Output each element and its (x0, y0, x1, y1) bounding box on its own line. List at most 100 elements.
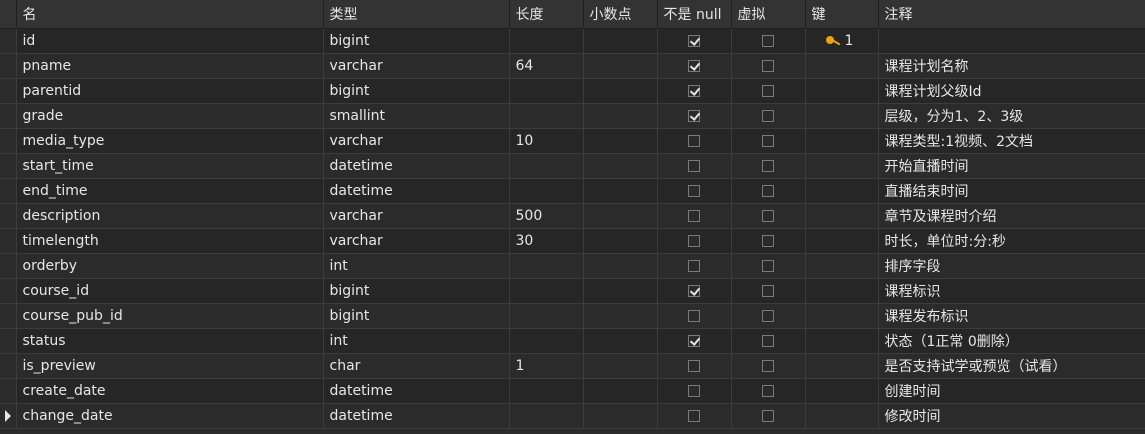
field-decimals-cell[interactable] (583, 128, 658, 154)
row-indicator[interactable] (0, 328, 17, 354)
field-length-cell[interactable]: 1 (509, 353, 584, 379)
virtual-checkbox[interactable] (762, 185, 774, 197)
field-type-cell[interactable]: char (323, 353, 510, 379)
field-name-cell[interactable]: media_type (16, 128, 324, 154)
field-length-cell[interactable] (509, 153, 584, 179)
not-null-checkbox[interactable] (688, 160, 700, 172)
field-decimals-cell[interactable] (583, 53, 658, 79)
virtual-checkbox[interactable] (762, 410, 774, 422)
field-comment-cell[interactable]: 课程类型:1视频、2文档 (878, 128, 1145, 154)
row-indicator[interactable] (0, 403, 17, 429)
field-decimals-cell[interactable] (583, 28, 658, 54)
not-null-checkbox[interactable] (688, 210, 700, 222)
field-length-cell[interactable] (509, 253, 584, 279)
field-name-cell[interactable]: start_time (16, 153, 324, 179)
field-name-cell[interactable]: is_preview (16, 353, 324, 379)
field-length-cell[interactable]: 64 (509, 53, 584, 79)
field-type-cell[interactable]: datetime (323, 178, 510, 204)
field-type-cell[interactable]: smallint (323, 103, 510, 129)
table-row[interactable]: id bigint 1 (0, 28, 1145, 54)
table-row[interactable]: create_date datetime 创建时间 (0, 378, 1145, 404)
row-indicator[interactable] (0, 228, 17, 254)
field-type-cell[interactable]: varchar (323, 228, 510, 254)
virtual-checkbox[interactable] (762, 310, 774, 322)
table-row[interactable]: description varchar 500 章节及课程时介绍 (0, 203, 1145, 229)
field-comment-cell[interactable]: 课程计划父级Id (878, 78, 1145, 104)
field-type-cell[interactable]: varchar (323, 128, 510, 154)
virtual-checkbox[interactable] (762, 85, 774, 97)
column-header-type[interactable]: 类型 (323, 0, 510, 29)
column-header-comment[interactable]: 注释 (878, 0, 1145, 29)
field-key-cell[interactable] (805, 378, 879, 404)
field-comment-cell[interactable]: 是否支持试学或预览（试看） (878, 353, 1145, 379)
field-decimals-cell[interactable] (583, 403, 658, 429)
field-name-cell[interactable]: create_date (16, 378, 324, 404)
field-key-cell[interactable] (805, 178, 879, 204)
column-header-not-null[interactable]: 不是 null (657, 0, 732, 29)
field-type-cell[interactable]: int (323, 328, 510, 354)
row-indicator[interactable] (0, 303, 17, 329)
column-header-decimals[interactable]: 小数点 (583, 0, 658, 29)
field-key-cell[interactable] (805, 403, 879, 429)
field-comment-cell[interactable]: 课程计划名称 (878, 53, 1145, 79)
row-indicator[interactable] (0, 103, 17, 129)
field-type-cell[interactable]: bigint (323, 278, 510, 304)
field-type-cell[interactable]: bigint (323, 28, 510, 54)
field-key-cell[interactable] (805, 328, 879, 354)
not-null-checkbox[interactable] (688, 285, 700, 297)
row-indicator[interactable] (0, 353, 17, 379)
field-length-cell[interactable] (509, 278, 584, 304)
field-decimals-cell[interactable] (583, 353, 658, 379)
field-comment-cell[interactable]: 课程发布标识 (878, 303, 1145, 329)
field-name-cell[interactable]: pname (16, 53, 324, 79)
column-header-name[interactable]: 名 (16, 0, 324, 29)
field-name-cell[interactable]: orderby (16, 253, 324, 279)
field-decimals-cell[interactable] (583, 278, 658, 304)
field-decimals-cell[interactable] (583, 178, 658, 204)
not-null-checkbox[interactable] (688, 360, 700, 372)
not-null-checkbox[interactable] (688, 335, 700, 347)
field-comment-cell[interactable]: 修改时间 (878, 403, 1145, 429)
table-row[interactable]: end_time datetime 直播结束时间 (0, 178, 1145, 204)
field-comment-cell[interactable]: 排序字段 (878, 253, 1145, 279)
not-null-checkbox[interactable] (688, 310, 700, 322)
not-null-checkbox[interactable] (688, 110, 700, 122)
virtual-checkbox[interactable] (762, 260, 774, 272)
row-indicator[interactable] (0, 78, 17, 104)
not-null-checkbox[interactable] (688, 185, 700, 197)
not-null-checkbox[interactable] (688, 135, 700, 147)
field-decimals-cell[interactable] (583, 203, 658, 229)
field-length-cell[interactable] (509, 378, 584, 404)
field-key-cell[interactable] (805, 303, 879, 329)
column-header-key[interactable]: 键 (805, 0, 879, 29)
field-comment-cell[interactable]: 章节及课程时介绍 (878, 203, 1145, 229)
field-name-cell[interactable]: id (16, 28, 324, 54)
field-type-cell[interactable]: datetime (323, 403, 510, 429)
field-name-cell[interactable]: end_time (16, 178, 324, 204)
column-header-length[interactable]: 长度 (509, 0, 584, 29)
field-type-cell[interactable]: datetime (323, 378, 510, 404)
table-row[interactable]: change_date datetime 修改时间 (0, 403, 1145, 429)
table-row[interactable]: grade smallint 层级，分为1、2、3级 (0, 103, 1145, 129)
table-row[interactable]: pname varchar 64 课程计划名称 (0, 53, 1145, 79)
field-comment-cell[interactable]: 状态（1正常 0删除） (878, 328, 1145, 354)
field-type-cell[interactable]: bigint (323, 303, 510, 329)
field-key-cell[interactable] (805, 278, 879, 304)
field-decimals-cell[interactable] (583, 303, 658, 329)
field-comment-cell[interactable] (878, 28, 1145, 54)
not-null-checkbox[interactable] (688, 410, 700, 422)
field-length-cell[interactable] (509, 28, 584, 54)
field-decimals-cell[interactable] (583, 253, 658, 279)
field-key-cell[interactable] (805, 128, 879, 154)
field-type-cell[interactable]: varchar (323, 203, 510, 229)
row-indicator[interactable] (0, 203, 17, 229)
virtual-checkbox[interactable] (762, 135, 774, 147)
field-comment-cell[interactable]: 开始直播时间 (878, 153, 1145, 179)
row-indicator[interactable] (0, 53, 17, 79)
virtual-checkbox[interactable] (762, 360, 774, 372)
field-type-cell[interactable]: bigint (323, 78, 510, 104)
field-length-cell[interactable] (509, 78, 584, 104)
field-type-cell[interactable]: int (323, 253, 510, 279)
field-decimals-cell[interactable] (583, 378, 658, 404)
field-key-cell[interactable] (805, 153, 879, 179)
